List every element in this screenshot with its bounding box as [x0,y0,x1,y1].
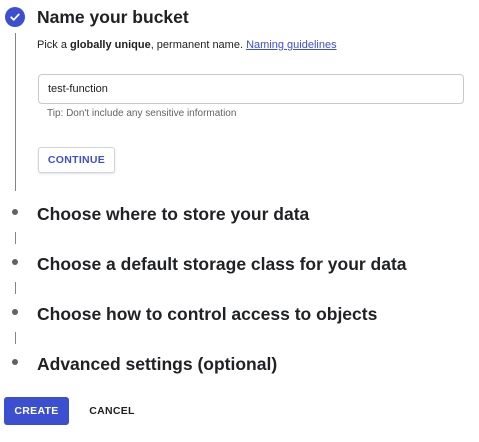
step-connector-line [15,332,16,344]
input-tip: Tip: Don't include any sensitive informa… [47,108,237,119]
step-title-storage-class[interactable]: Choose a default storage class for your … [37,254,407,275]
step-description: Pick a globally unique, permanent name. … [37,39,337,51]
step-title-name-bucket: Name your bucket [37,7,189,27]
cancel-button[interactable]: CANCEL [80,397,144,425]
step-connector-line [15,33,16,191]
step-connector-line [15,232,16,244]
step-title-access-control[interactable]: Choose how to control access to objects [37,304,377,325]
step-connector-line [15,282,16,294]
description-bold: globally unique [70,39,151,51]
dot-icon [12,309,18,315]
naming-guidelines-link[interactable]: Naming guidelines [246,39,337,51]
dot-icon [12,359,18,365]
description-suffix: , permanent name. [150,39,247,51]
bucket-name-input[interactable] [38,74,464,104]
create-button[interactable]: CREATE [4,397,69,425]
description-prefix: Pick a [37,39,71,51]
step-title-advanced-settings[interactable]: Advanced settings (optional) [37,354,277,375]
step-title-location[interactable]: Choose where to store your data [37,204,309,225]
dot-icon [12,209,18,215]
dot-icon [12,259,18,265]
continue-button[interactable]: CONTINUE [38,147,115,173]
check-circle-icon [5,7,25,27]
